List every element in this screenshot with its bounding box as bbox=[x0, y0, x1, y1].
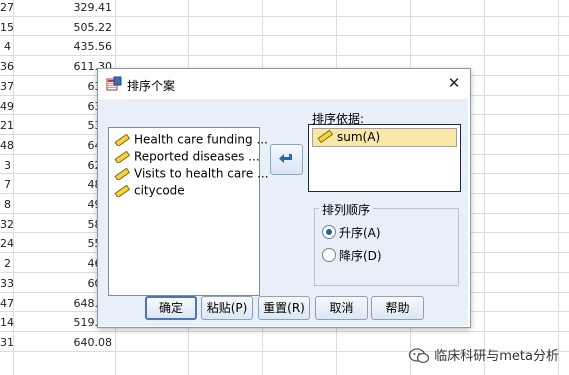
sort-order-legend: 排列顺序 bbox=[319, 201, 374, 218]
sheet-cell[interactable]: 49 bbox=[0, 100, 14, 113]
title-bar: 排序个案 ✕ bbox=[98, 69, 470, 99]
scale-ruler-icon bbox=[114, 167, 130, 180]
grid-line bbox=[484, 0, 485, 375]
sheet-cell[interactable]: 2 bbox=[0, 257, 11, 270]
sort-order-group: 升序(A) 降序(D) bbox=[314, 208, 459, 286]
variable-item[interactable]: Reported diseases ... bbox=[114, 149, 260, 166]
sheet-cell[interactable]: 31 bbox=[0, 336, 14, 349]
sheet-cell[interactable]: 7 bbox=[0, 178, 11, 191]
sort-by-item-label: sum(A) bbox=[337, 130, 381, 144]
move-variable-button[interactable] bbox=[270, 144, 303, 175]
sheet-cell[interactable]: 3 bbox=[0, 159, 11, 172]
sheet-cell[interactable]: 8 bbox=[0, 198, 11, 211]
sheet-cell[interactable]: 33 bbox=[0, 277, 14, 290]
sheet-cell[interactable]: 37 bbox=[0, 80, 14, 93]
watermark: 临床科研与meta分析 bbox=[408, 345, 559, 366]
descending-radio[interactable] bbox=[322, 248, 336, 262]
grid-line bbox=[0, 15, 569, 17]
sheet-cell[interactable]: 27 bbox=[0, 1, 14, 14]
sheet-cell[interactable]: 47 bbox=[0, 297, 14, 310]
variable-item[interactable]: citycode bbox=[114, 183, 185, 200]
grid-line bbox=[558, 0, 559, 375]
sheet-cell[interactable]: 14 bbox=[0, 316, 14, 329]
sheet-cell[interactable]: 32 bbox=[0, 218, 14, 231]
sort-by-item-selected[interactable]: sum(A) bbox=[312, 128, 457, 147]
variable-label: Visits to health care ... bbox=[134, 166, 269, 181]
source-variable-list[interactable]: Health care funding ... Reported disease… bbox=[108, 127, 269, 296]
sheet-cell[interactable]: 505.22 bbox=[60, 21, 113, 34]
ok-button[interactable]: 确定 bbox=[145, 296, 197, 320]
close-icon[interactable]: ✕ bbox=[446, 75, 462, 91]
sheet-cell[interactable]: 4 bbox=[0, 40, 11, 53]
scale-ruler-icon bbox=[114, 184, 130, 197]
ascending-label: 升序(A) bbox=[339, 226, 381, 240]
sheet-cell[interactable]: 24 bbox=[0, 237, 14, 250]
sheet-cell[interactable]: 36 bbox=[0, 60, 14, 73]
scale-ruler-icon bbox=[317, 130, 333, 143]
variable-label: Reported diseases ... bbox=[134, 149, 260, 164]
variable-label: Health care funding ... bbox=[134, 132, 268, 147]
ascending-radio[interactable] bbox=[322, 225, 336, 239]
spss-app-icon bbox=[106, 76, 122, 91]
help-button[interactable]: 帮助 bbox=[371, 296, 424, 320]
paste-button[interactable]: 粘贴(P) bbox=[201, 296, 253, 320]
wechat-logo-icon bbox=[409, 348, 430, 364]
scale-ruler-icon bbox=[114, 133, 130, 146]
grid-line bbox=[0, 35, 569, 37]
variable-label: citycode bbox=[134, 183, 185, 198]
variable-item[interactable]: Health care funding ... bbox=[114, 132, 268, 149]
cancel-button[interactable]: 取消 bbox=[315, 296, 368, 320]
sheet-cell[interactable]: 48 bbox=[0, 139, 14, 152]
sheet-cell[interactable]: 435.56 bbox=[60, 40, 113, 53]
sheet-cell[interactable]: 15 bbox=[0, 21, 14, 34]
sheet-cell[interactable]: 329.41 bbox=[60, 1, 113, 14]
dialog-title: 排序个案 bbox=[127, 79, 176, 93]
reset-button[interactable]: 重置(R) bbox=[258, 296, 310, 320]
sheet-cell[interactable]: 640.08 bbox=[60, 336, 113, 349]
grid-line bbox=[0, 330, 569, 332]
sort-by-list[interactable]: sum(A) bbox=[308, 124, 461, 192]
variable-item[interactable]: Visits to health care ... bbox=[114, 166, 269, 183]
arrow-left-icon bbox=[279, 154, 292, 163]
sheet-cell[interactable]: 21 bbox=[0, 119, 14, 132]
watermark-text: 临床科研与meta分析 bbox=[434, 348, 559, 364]
scale-ruler-icon bbox=[114, 150, 130, 163]
grid-line bbox=[0, 55, 569, 57]
descending-label: 降序(D) bbox=[339, 249, 382, 263]
